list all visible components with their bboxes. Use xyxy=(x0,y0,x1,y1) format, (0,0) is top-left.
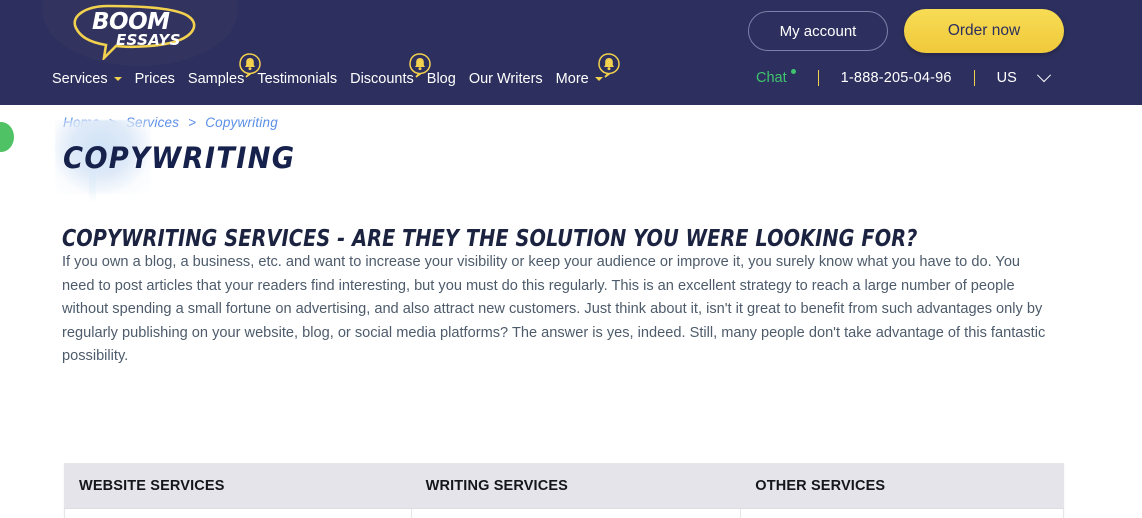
nav-label: Discounts xyxy=(350,71,414,87)
divider xyxy=(973,70,975,86)
header-utility-bar: Chat 1-888-205-04-96 US xyxy=(756,68,1051,86)
page-content: Home > Services > Copywriting COPYWRITIN… xyxy=(0,105,1142,518)
speech-bubble-badge-icon xyxy=(596,52,622,78)
order-now-button[interactable]: Order now xyxy=(904,9,1064,53)
my-account-button[interactable]: My account xyxy=(748,11,888,51)
nav-label: Services xyxy=(52,71,108,87)
nav-item-blog[interactable]: Blog xyxy=(427,72,469,87)
nav-label: Our Writers xyxy=(468,71,543,87)
locale-selector[interactable]: US xyxy=(996,68,1051,86)
table-cell[interactable]: Website Content xyxy=(64,508,412,518)
chat-widget-bubble[interactable] xyxy=(0,122,14,152)
nav-item-testimonials[interactable]: Testimonials xyxy=(257,72,350,87)
phone-number[interactable]: 1-888-205-04-96 xyxy=(841,70,952,86)
table-row: Website Content Press Release Blog Post xyxy=(64,508,1064,518)
chevron-down-icon xyxy=(1036,68,1051,83)
column-header-website-services: WEBSITE SERVICES xyxy=(64,463,412,509)
locale-label: US xyxy=(996,70,1017,86)
column-header-writing-services: WRITING SERVICES xyxy=(410,463,741,509)
site-header: BOOM ESSAYS Services Prices Samples Test… xyxy=(0,0,1142,105)
breadcrumb-separator: > xyxy=(188,115,197,130)
chevron-down-icon xyxy=(594,77,603,82)
services-table: WEBSITE SERVICES WRITING SERVICES OTHER … xyxy=(64,463,1064,518)
section-heading: COPYWRITING SERVICES - ARE THEY THE SOLU… xyxy=(62,226,918,252)
boom-essays-logo[interactable]: BOOM ESSAYS xyxy=(64,2,214,60)
chevron-down-icon xyxy=(113,77,122,82)
page-title: COPYWRITING xyxy=(63,141,296,175)
nav-label: Blog xyxy=(426,71,456,87)
nav-label: Samples xyxy=(187,71,245,87)
nav-label: Testimonials xyxy=(257,71,338,87)
online-status-dot xyxy=(790,69,796,74)
nav-item-prices[interactable]: Prices xyxy=(135,72,188,87)
breadcrumb-current: Copywriting xyxy=(205,115,278,130)
divider xyxy=(817,70,819,86)
table-cell[interactable]: Blog Post xyxy=(740,508,1064,518)
nav-item-more[interactable]: More xyxy=(555,53,620,87)
nav-item-discounts[interactable]: Discounts xyxy=(350,53,431,87)
table-cell[interactable]: Press Release xyxy=(410,508,741,518)
nav-label: Prices xyxy=(134,71,175,87)
main-navigation: Services Prices Samples Testimonials Dis… xyxy=(52,53,620,87)
services-table-head: WEBSITE SERVICES WRITING SERVICES OTHER … xyxy=(64,463,1064,509)
svg-text:ESSAYS: ESSAYS xyxy=(116,31,181,49)
table-header-row: WEBSITE SERVICES WRITING SERVICES OTHER … xyxy=(64,463,1064,509)
nav-label: More xyxy=(555,71,589,87)
intro-paragraph: If you own a blog, a business, etc. and … xyxy=(62,254,1046,364)
chat-label: Chat xyxy=(756,70,787,86)
nav-item-services[interactable]: Services xyxy=(52,72,135,87)
chat-link[interactable]: Chat xyxy=(756,69,796,86)
nav-item-samples[interactable]: Samples xyxy=(187,53,262,87)
nav-item-our-writers[interactable]: Our Writers xyxy=(469,72,556,87)
page-title-container: COPYWRITING xyxy=(55,120,310,203)
column-header-other-services: OTHER SERVICES xyxy=(740,463,1064,509)
services-table-body: Website Content Press Release Blog Post … xyxy=(64,508,1064,518)
